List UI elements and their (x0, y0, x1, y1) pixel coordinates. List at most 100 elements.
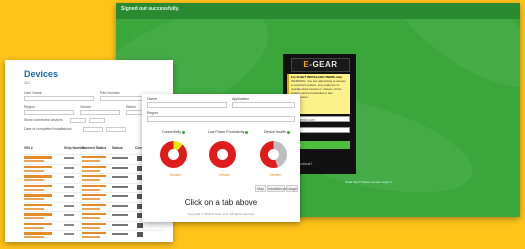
table-cell (82, 226, 100, 229)
copyright-footer: Copyright © 2018 E-Gear, LLC. All rights… (187, 212, 255, 216)
low-power-details-link[interactable]: Details (219, 173, 230, 177)
status-dot-icon (245, 130, 249, 134)
table-cell (82, 194, 106, 196)
status-dot-icon (182, 130, 186, 134)
table-cell (137, 232, 143, 237)
table-cell (64, 195, 74, 197)
table-cell (82, 217, 100, 219)
table-cell (24, 160, 44, 162)
table-cell (82, 213, 106, 215)
table-cell (137, 222, 143, 228)
show-connected-label: Show connected devices (24, 118, 63, 122)
region-input[interactable] (24, 110, 74, 115)
table-cell (24, 236, 44, 238)
dashboard-panel: Owner Application Region Connectivity Lo… (142, 94, 300, 222)
table-cell (82, 198, 100, 200)
tab-installations[interactable]: Installations (267, 185, 286, 192)
table-row[interactable] (24, 230, 164, 240)
table-cell (82, 232, 106, 234)
table-cell (112, 176, 128, 178)
column-header[interactable]: Status (112, 146, 123, 150)
region-input[interactable] (147, 116, 295, 122)
vehicle-label: Vehicle (80, 105, 92, 109)
table-cell (24, 226, 44, 229)
table-row[interactable] (24, 220, 164, 231)
table-cell (112, 185, 128, 188)
status-message: Signed out successfully. (121, 6, 180, 12)
table-cell (24, 169, 44, 172)
table-cell (82, 207, 100, 210)
tab-usage[interactable]: Usage (286, 185, 298, 192)
table-cell (64, 223, 74, 226)
table-cell (82, 179, 100, 181)
table-cell (82, 175, 106, 177)
table-cell (24, 165, 52, 168)
user-name-label: User Name (24, 91, 42, 95)
application-label: Application (232, 97, 250, 101)
table-cell (24, 184, 52, 187)
part-number-label: Part Number (100, 91, 120, 95)
connectivity-chart-title: Connectivity (162, 130, 186, 134)
help-text: Need help? Please contact support. (345, 180, 393, 184)
table-cell (82, 160, 100, 162)
device-health-chart-title: Device Health (264, 130, 290, 134)
table-cell (82, 169, 100, 172)
table-cell (64, 214, 74, 216)
from-date-input[interactable] (83, 127, 103, 132)
connectivity-details-link[interactable]: Details (170, 173, 181, 177)
owner-label: Owner (147, 97, 158, 101)
connected-filter-select[interactable] (89, 118, 105, 123)
table-cell (112, 166, 128, 169)
device-health-donut[interactable] (260, 141, 287, 168)
application-input[interactable] (232, 102, 295, 108)
table-cell (112, 195, 128, 197)
owner-input[interactable] (147, 102, 227, 108)
table-cell (24, 203, 52, 206)
user-name-input[interactable] (24, 96, 94, 101)
status-bar: Signed out successfully. (116, 3, 520, 19)
device-health-details-link[interactable]: Details (270, 173, 281, 177)
show-connected-select[interactable] (70, 118, 86, 123)
table-cell (24, 194, 52, 197)
brand-logo: E-GEAR (291, 58, 350, 72)
table-cell (82, 203, 106, 206)
table-cell (24, 188, 44, 191)
low-power-donut[interactable] (209, 141, 236, 168)
date-range-label: Date of completed installations (24, 127, 72, 131)
tab-prompt: Click on a tab above (184, 198, 258, 207)
table-cell (64, 204, 74, 207)
low-power-chart-title: Low Power Productivity (208, 130, 249, 134)
table-cell (24, 156, 52, 159)
device-count: 110 (24, 81, 30, 85)
table-cell (24, 175, 52, 178)
column-header[interactable]: VIN # (24, 146, 33, 150)
table-cell (64, 166, 74, 169)
table-cell (112, 233, 128, 235)
table-cell (82, 188, 100, 191)
tab-map[interactable]: Map (255, 185, 266, 192)
table-cell (24, 198, 44, 200)
table-cell (112, 204, 128, 207)
table-cell (24, 179, 44, 181)
table-cell (24, 217, 44, 219)
table-cell (82, 165, 106, 168)
region-label: Region (24, 105, 36, 109)
status-dot-icon (286, 130, 290, 134)
table-cell (24, 207, 44, 210)
table-cell (64, 157, 74, 159)
page-title: Devices (24, 69, 59, 79)
vehicle-input[interactable] (80, 110, 120, 115)
table-cell (64, 176, 74, 178)
table-cell (112, 157, 128, 159)
region-label: Region (147, 111, 159, 115)
to-date-input[interactable] (106, 127, 126, 132)
table-cell (82, 184, 106, 187)
table-cell (82, 236, 100, 238)
connectivity-donut[interactable] (160, 141, 187, 168)
table-cell (112, 223, 128, 226)
column-header[interactable]: Current Status (82, 146, 106, 150)
table-cell (64, 185, 74, 188)
table-cell (112, 214, 128, 216)
table-cell (24, 222, 52, 225)
status-label: Status (126, 105, 136, 109)
